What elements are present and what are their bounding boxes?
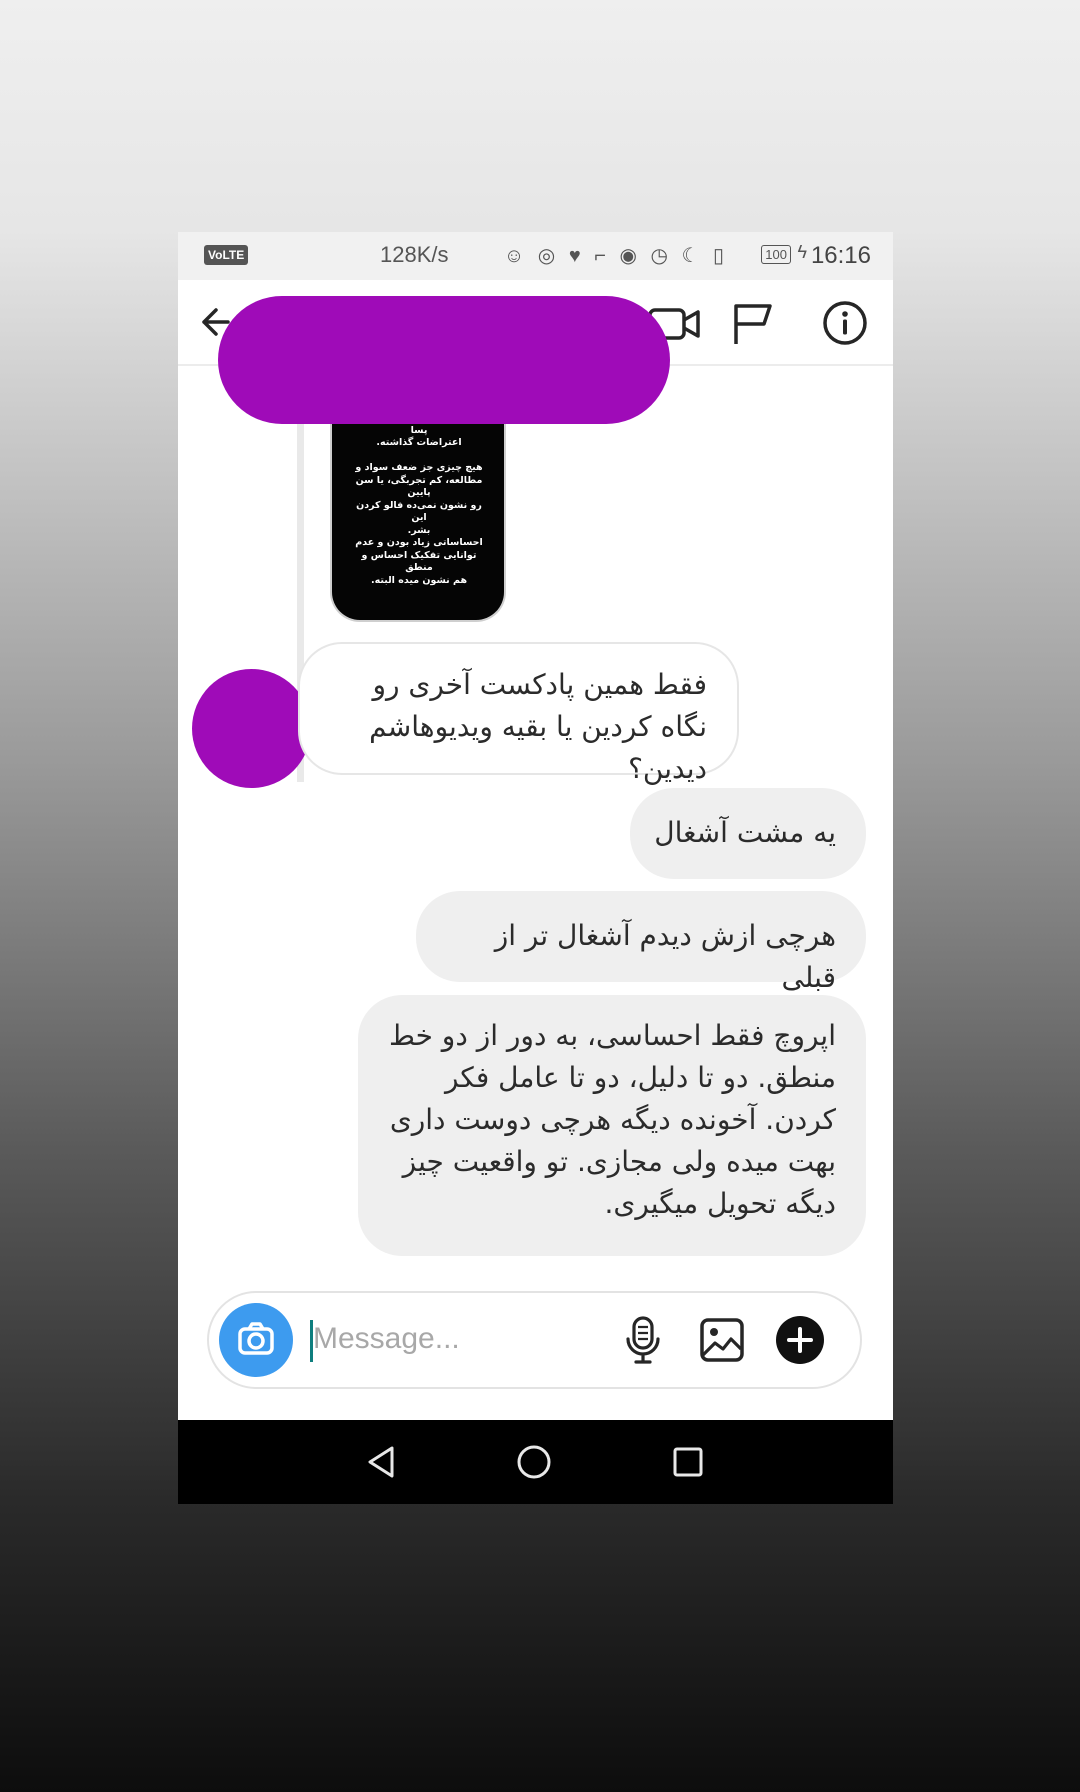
sent-message: اپروچ فقط احساسی، به دور از دو خط منطق. …	[358, 995, 866, 1256]
add-icon[interactable]	[775, 1315, 825, 1365]
volte-badge: VoLTE	[204, 245, 249, 265]
message-composer	[207, 1291, 862, 1389]
redaction-mark	[218, 296, 670, 424]
nav-recents-icon[interactable]	[672, 1446, 704, 1478]
message-input[interactable]	[313, 1315, 563, 1363]
system-navigation-bar	[178, 1420, 893, 1504]
sent-message: یه مشت آشغال	[630, 788, 866, 879]
camera-icon	[238, 1322, 274, 1355]
chat-header	[178, 280, 893, 424]
nav-home-icon[interactable]	[516, 1444, 552, 1480]
status-icons: ☺ ◎ ♥ ⌐ ◉ ◷ ☾ ▯	[503, 245, 728, 267]
microphone-icon[interactable]	[623, 1315, 663, 1365]
status-bar: VoLTE 128K/s ☺ ◎ ♥ ⌐ ◉ ◷ ☾ ▯ 100 ϟ 16:16	[178, 232, 893, 280]
charging-icon: ϟ	[797, 242, 807, 262]
network-speed: 128K/s	[380, 242, 449, 267]
gallery-icon[interactable]	[699, 1317, 745, 1363]
status-time: 16:16	[810, 242, 871, 269]
received-message: فقط همین پادکست آخری رو نگاه کردین یا بق…	[298, 642, 739, 785]
camera-button[interactable]	[219, 1303, 293, 1377]
phone-screen: VoLTE 128K/s ☺ ◎ ♥ ⌐ ◉ ◷ ☾ ▯ 100 ϟ 16:16…	[178, 232, 893, 1504]
battery-icon: 100	[761, 245, 791, 264]
flag-icon[interactable]	[730, 300, 776, 346]
info-icon[interactable]	[822, 300, 868, 346]
avatar[interactable]	[192, 669, 311, 788]
sent-message: هرچی ازش دیدم آشغال تر از قبلی	[416, 891, 866, 994]
nav-back-icon[interactable]	[364, 1444, 400, 1480]
